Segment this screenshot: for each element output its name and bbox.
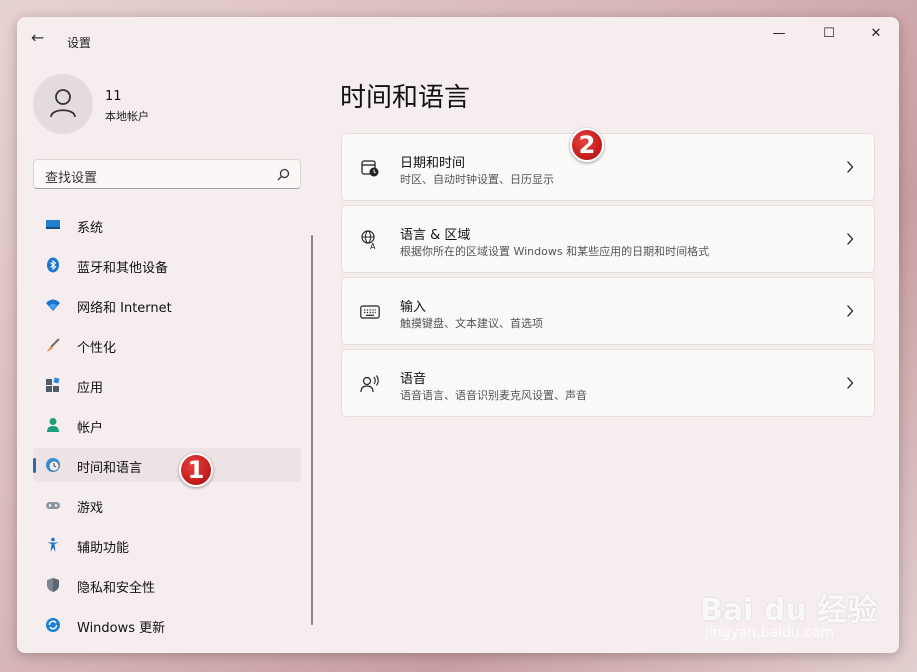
sidebar-item-bluetooth[interactable]: 蓝牙和其他设备	[33, 248, 301, 282]
search-input[interactable]: 查找设置	[33, 159, 301, 189]
sidebar-scrollbar[interactable]	[311, 235, 313, 625]
sidebar-item-label: 个性化	[77, 341, 117, 356]
back-button[interactable]: ←	[31, 30, 47, 46]
selection-indicator	[33, 458, 36, 473]
step-badge-1: 1	[179, 453, 213, 487]
sidebar-item-label: 游戏	[77, 501, 104, 516]
settings-window: ← 设置 — ☐ ✕ 11 本地帐户 查找设置 系统 蓝牙和其他设备 网络和 I…	[17, 17, 899, 653]
search-placeholder: 查找设置	[45, 171, 98, 186]
sidebar-item-label: 隐私和安全性	[77, 581, 156, 596]
card-title: 输入	[400, 300, 427, 315]
sidebar-item-time-language[interactable]: 时间和语言	[33, 448, 301, 482]
sidebar-item-network[interactable]: 网络和 Internet	[33, 288, 301, 322]
sidebar-item-label: 网络和 Internet	[77, 301, 172, 316]
card-description: 触摸键盘、文本建议、首选项	[400, 317, 543, 330]
person-icon	[47, 418, 59, 432]
search-icon[interactable]	[277, 168, 290, 181]
sidebar-item-label: 时间和语言	[77, 461, 143, 476]
bluetooth-icon	[47, 257, 59, 273]
sidebar-item-accessibility[interactable]: 辅助功能	[33, 528, 301, 562]
apps-icon	[46, 377, 60, 392]
card-date-time[interactable]: 日期和时间 时区、自动时钟设置、日历显示	[341, 133, 875, 201]
keyboard-icon	[360, 305, 380, 319]
avatar[interactable]	[33, 74, 93, 134]
user-icon	[50, 89, 76, 118]
gamepad-icon	[46, 502, 60, 509]
sidebar-item-windows-update[interactable]: Windows 更新	[33, 608, 301, 642]
page-title: 时间和语言	[340, 83, 471, 113]
card-title: 日期和时间	[400, 156, 466, 171]
globe-clock-icon	[46, 458, 60, 472]
close-button[interactable]: ✕	[861, 25, 891, 43]
card-language-region[interactable]: A 语言 & 区域 根据你所在的区域设置 Windows 和某些应用的日期和时间…	[341, 205, 875, 273]
calendar-clock-icon	[361, 160, 379, 177]
card-description: 根据你所在的区域设置 Windows 和某些应用的日期和时间格式	[400, 245, 710, 258]
sidebar-item-privacy[interactable]: 隐私和安全性	[33, 568, 301, 602]
minimize-button[interactable]: —	[764, 25, 794, 43]
sidebar-item-label: 辅助功能	[77, 541, 130, 556]
app-title: 设置	[67, 36, 92, 50]
sidebar-item-apps[interactable]: 应用	[33, 368, 301, 402]
sidebar-item-label: 蓝牙和其他设备	[77, 261, 169, 276]
card-title: 语音	[400, 372, 427, 387]
user-account-type: 本地帐户	[105, 110, 149, 123]
watermark-logo: Bai du 经验	[700, 593, 878, 628]
sidebar-item-label: Windows 更新	[77, 621, 166, 636]
card-description: 语音语言、语音识别麦克风设置、声音	[400, 389, 587, 402]
sidebar-item-system[interactable]: 系统	[33, 208, 301, 242]
wifi-icon	[46, 299, 60, 311]
maximize-button[interactable]: ☐	[814, 25, 844, 43]
sidebar-item-label: 系统	[77, 221, 104, 236]
sidebar-item-gaming[interactable]: 游戏	[33, 488, 301, 522]
sidebar-item-label: 帐户	[77, 421, 104, 436]
sidebar-item-accounts[interactable]: 帐户	[33, 408, 301, 442]
card-title: 语言 & 区域	[400, 228, 471, 243]
chevron-right-icon	[847, 377, 854, 389]
monitor-icon	[46, 220, 60, 229]
svg-text:A: A	[370, 242, 376, 250]
speech-icon	[360, 375, 379, 393]
language-icon: A	[361, 230, 376, 250]
accessibility-icon	[47, 537, 59, 552]
brush-icon	[47, 338, 60, 352]
watermark-url: jingyan.baidu.com	[705, 625, 835, 641]
chevron-right-icon	[847, 305, 854, 317]
card-typing[interactable]: 输入 触摸键盘、文本建议、首选项	[341, 277, 875, 345]
update-icon	[46, 618, 60, 632]
sidebar-item-label: 应用	[77, 381, 104, 396]
sidebar-item-personalization[interactable]: 个性化	[33, 328, 301, 362]
chevron-right-icon	[847, 233, 854, 245]
card-speech[interactable]: 语音 语音语言、语音识别麦克风设置、声音	[341, 349, 875, 417]
shield-icon	[47, 578, 59, 592]
step-badge-2: 2	[570, 128, 604, 162]
card-description: 时区、自动时钟设置、日历显示	[400, 173, 554, 186]
user-name: 11	[105, 89, 122, 104]
title-bar: ← 设置 — ☐ ✕	[17, 17, 899, 51]
chevron-right-icon	[847, 161, 854, 173]
